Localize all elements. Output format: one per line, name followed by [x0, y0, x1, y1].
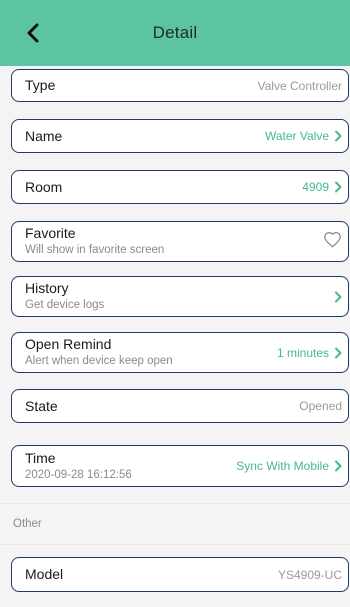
section-divider — [0, 503, 350, 504]
chevron-left-icon — [27, 23, 39, 43]
type-label: Type — [25, 77, 56, 93]
favorite-row[interactable]: Favorite Will show in favorite screen — [11, 221, 349, 262]
name-label: Name — [25, 127, 63, 144]
state-label: State — [25, 397, 58, 414]
state-value: Opened — [299, 399, 342, 413]
time-label: Time — [25, 449, 56, 466]
open-remind-description: Alert when device keep open — [25, 355, 173, 367]
header-bar: Detail — [0, 0, 350, 66]
open-remind-label: Open Remind — [25, 336, 112, 352]
chevron-right-icon — [334, 347, 342, 359]
sync-with-mobile-value: Sync With Mobile — [236, 459, 329, 473]
chevron-right-icon — [334, 130, 342, 142]
room-value: 4909 — [302, 180, 329, 194]
favorite-label: Favorite — [25, 225, 76, 241]
section-divider — [0, 544, 350, 545]
room-row[interactable]: Room 4909 — [11, 170, 349, 204]
open-remind-row[interactable]: Open Remind Alert when device keep open … — [11, 332, 349, 373]
chevron-right-icon — [334, 181, 342, 193]
model-label: Model — [25, 566, 64, 582]
model-value: YS4909-UC — [277, 567, 342, 582]
section-other-label: Other — [13, 518, 42, 530]
type-value: Valve Controller — [257, 78, 342, 93]
history-label: History — [25, 280, 69, 296]
room-label: Room — [25, 178, 63, 195]
history-row[interactable]: History Get device logs — [11, 276, 349, 317]
time-timestamp: 2020-09-28 16:12:56 — [25, 468, 132, 481]
back-button[interactable] — [18, 18, 48, 48]
model-row: Model YS4909-UC — [11, 557, 349, 592]
heart-outline-icon[interactable] — [323, 231, 342, 253]
time-row[interactable]: Time 2020-09-28 16:12:56 Sync With Mobil… — [11, 445, 349, 487]
chevron-right-icon — [334, 460, 342, 472]
favorite-description: Will show in favorite screen — [25, 244, 165, 256]
type-row: Type Valve Controller — [11, 69, 349, 102]
history-description: Get device logs — [25, 299, 105, 311]
page-title: Detail — [152, 23, 198, 42]
name-value: Water Valve — [264, 129, 329, 143]
chevron-right-icon — [334, 291, 342, 303]
name-row[interactable]: Name Water Valve — [11, 119, 349, 153]
state-row: State Opened — [11, 389, 349, 423]
open-remind-value: 1 minutes — [276, 345, 329, 360]
